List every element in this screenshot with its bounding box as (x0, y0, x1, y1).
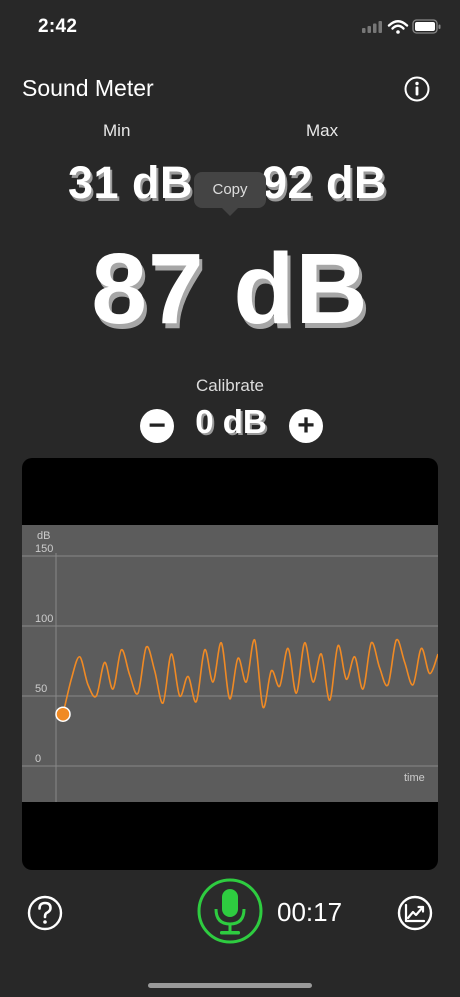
recording-timer: 00:17 (277, 897, 343, 927)
chart-plot-area (22, 525, 438, 802)
chart-ytick-label: 150 (35, 543, 53, 555)
chart-ytick-label: 50 (35, 683, 47, 695)
calibrate-label: Calibrate (195, 376, 265, 395)
chart-trend-icon (404, 903, 426, 923)
level-chart: dB time 150 100 50 0 (22, 525, 438, 802)
current-level-marker (55, 706, 71, 722)
info-icon[interactable] (404, 76, 430, 102)
chart-ylabel: dB (37, 530, 50, 542)
page-title: Sound Meter (22, 75, 154, 101)
chart-xlabel: time (404, 772, 425, 784)
battery-icon (412, 19, 441, 34)
home-indicator (148, 983, 312, 988)
current-level-value: 87 dB (91, 233, 369, 345)
statistics-button[interactable] (397, 895, 433, 931)
chart-ytick-label: 100 (35, 613, 53, 625)
calibrate-value: 0 dB (195, 403, 267, 440)
help-icon[interactable] (27, 895, 63, 931)
record-microphone-button[interactable] (197, 878, 263, 944)
min-label: Min (103, 121, 131, 140)
max-value: 92 dB (262, 157, 388, 208)
chart-ytick-label: 0 (35, 753, 41, 765)
chart-panel: dB time 150 100 50 0 (22, 458, 438, 870)
status-icons (362, 19, 441, 34)
copy-tooltip[interactable]: Copy (194, 172, 266, 216)
signal-icon (362, 21, 382, 33)
status-time: 2:42 (38, 16, 78, 37)
wifi-icon (387, 20, 409, 34)
min-value: 31 dB (68, 157, 194, 208)
calibrate-minus-button[interactable]: − (140, 409, 174, 443)
max-label: Max (306, 121, 339, 140)
calibrate-plus-button[interactable]: + (289, 409, 323, 443)
